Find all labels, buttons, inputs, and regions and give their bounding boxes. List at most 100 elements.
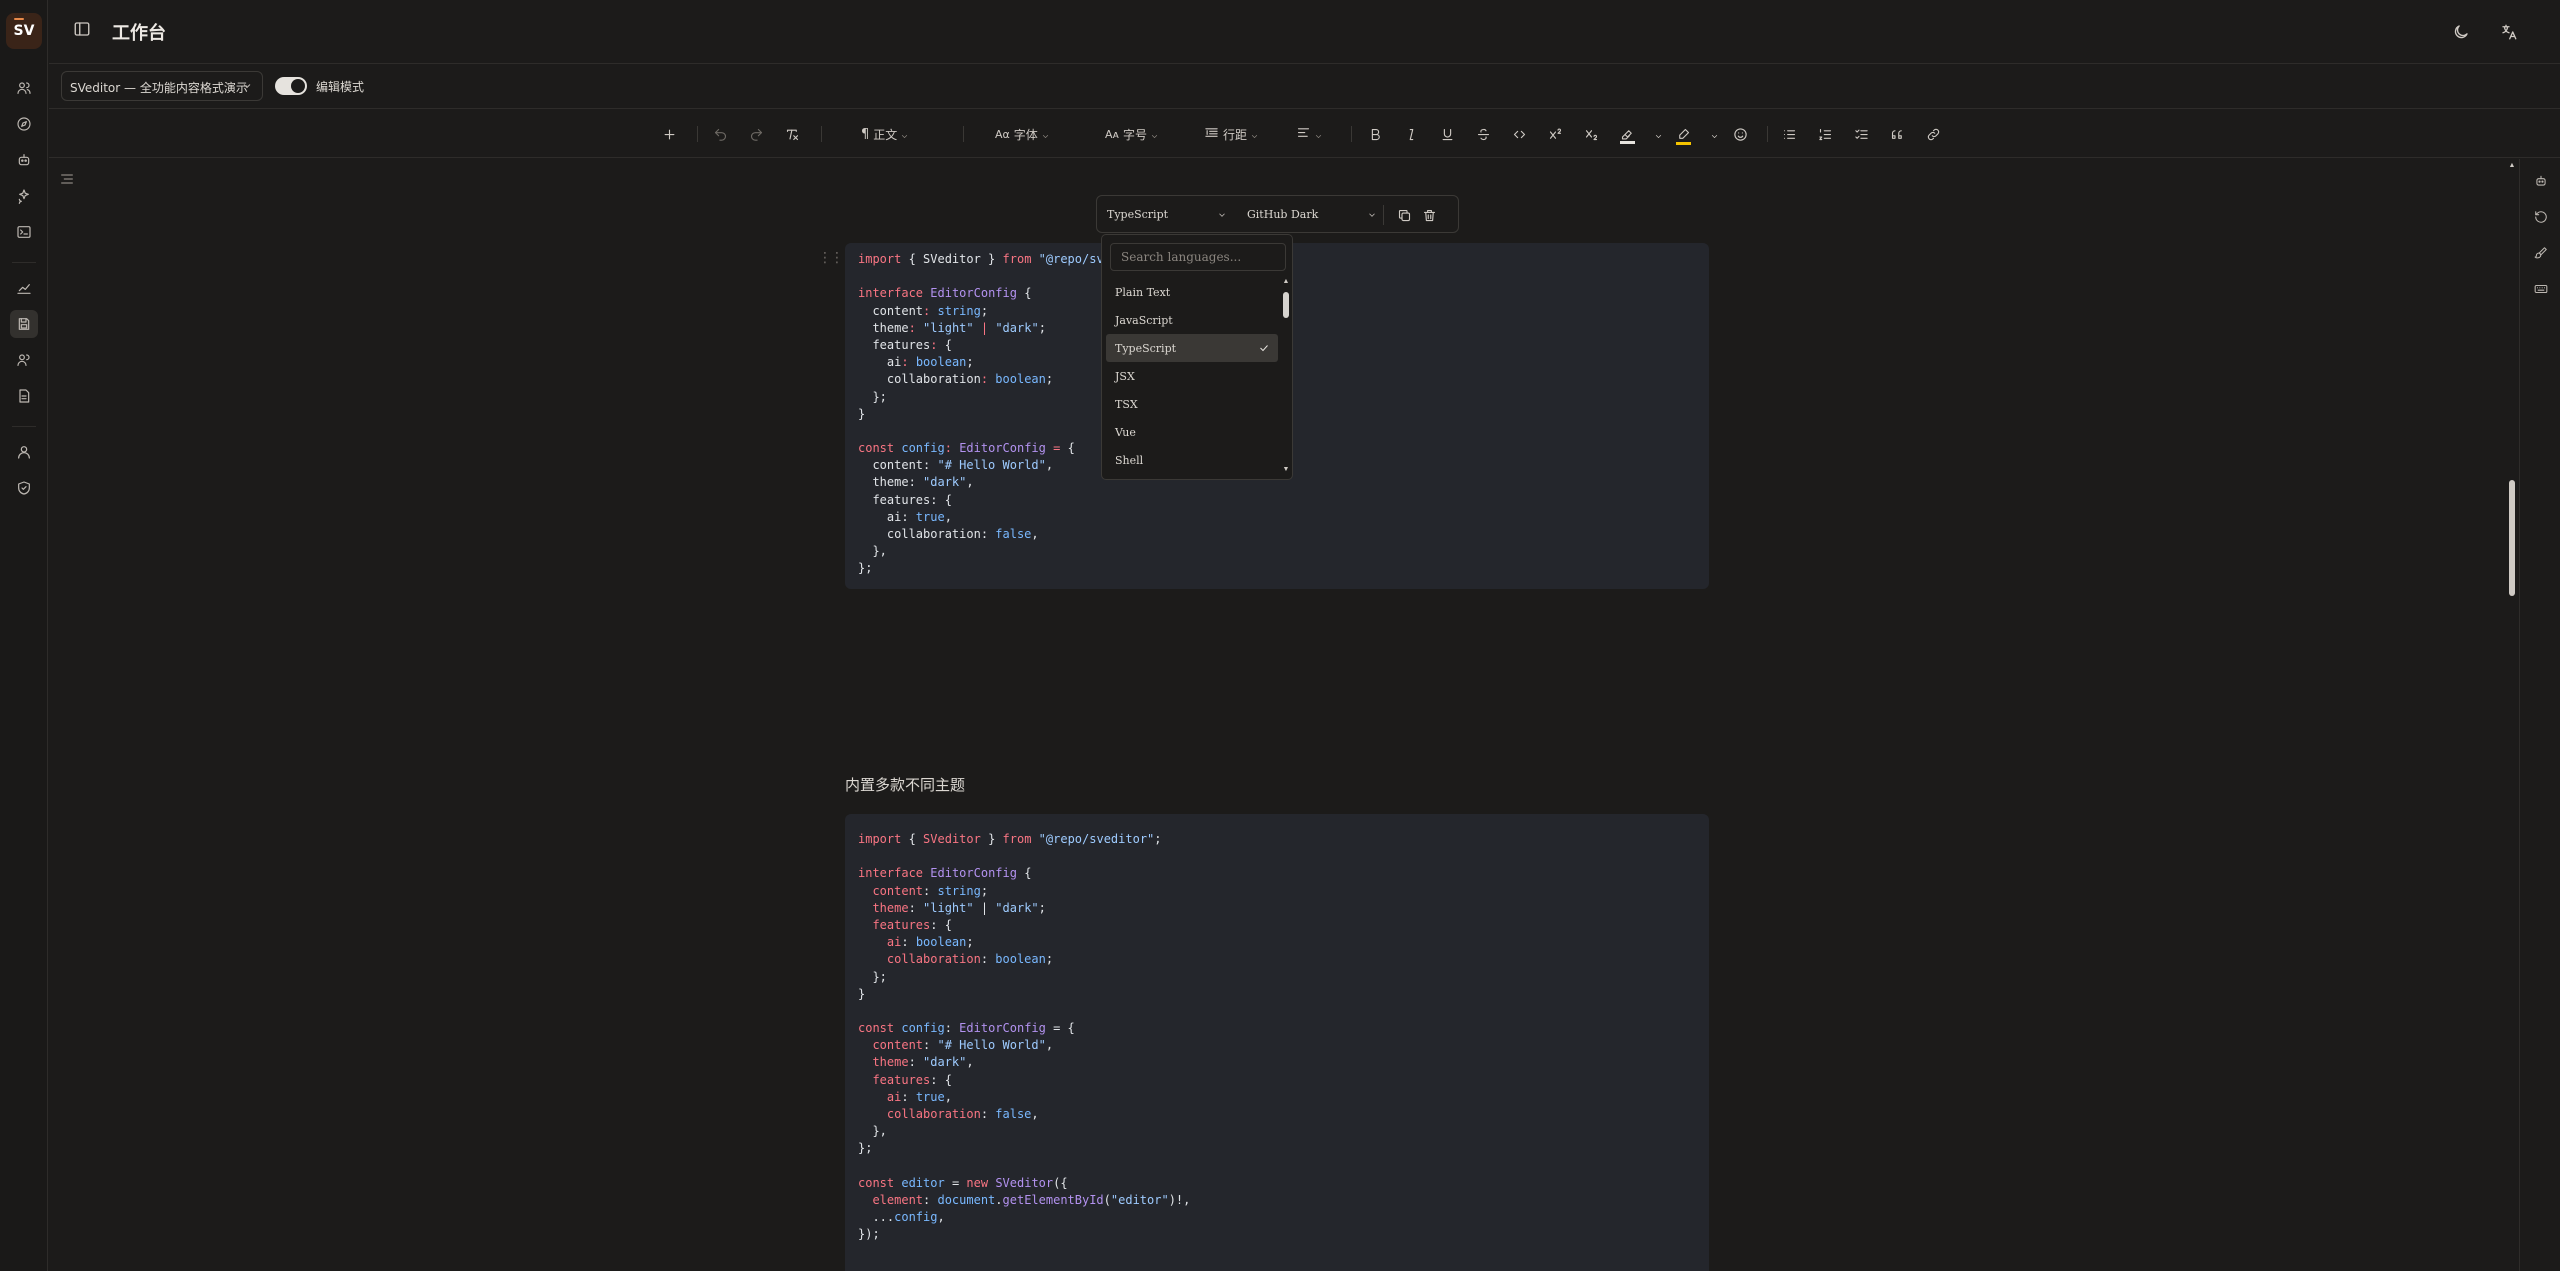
theme-select[interactable]: GitHub Dark	[1239, 202, 1379, 228]
text-color-icon[interactable]	[1676, 122, 1691, 146]
drag-handle-icon[interactable]: ⋮⋮	[818, 249, 844, 266]
delete-icon[interactable]	[1420, 206, 1438, 224]
code-line: const editor = new SVeditor({	[858, 1175, 1068, 1190]
code-line: };	[858, 561, 873, 576]
sidebar-toggle-icon[interactable]	[73, 20, 97, 44]
file-icon[interactable]	[10, 382, 38, 410]
compass-icon[interactable]	[10, 110, 38, 138]
app-window: SV 工作台 SVeditor — 全功能内容格式演示 编辑模式 ¶ 正文 Aα…	[0, 0, 2560, 1271]
paragraph[interactable]: 内置多款不同主题	[845, 774, 965, 795]
redo-icon[interactable]	[749, 122, 764, 146]
strikethrough-icon[interactable]	[1476, 122, 1491, 146]
language-option[interactable]: Vue	[1106, 418, 1278, 446]
language-option-selected[interactable]: TypeScript	[1106, 334, 1278, 362]
code-line: }	[858, 986, 866, 1001]
line-height-select[interactable]: 行距	[1204, 122, 1259, 146]
superscript-icon[interactable]	[1548, 122, 1563, 146]
edit-mode-toggle[interactable]	[275, 77, 307, 95]
chevron-down-icon	[1710, 130, 1719, 139]
outline-toggle-icon[interactable]	[59, 171, 75, 187]
scroll-up-icon[interactable]: ▲	[2508, 162, 2516, 169]
chevron-down-icon	[1041, 130, 1050, 139]
ordered-list-icon[interactable]	[1818, 122, 1833, 146]
clear-format-icon[interactable]	[785, 122, 800, 146]
terminal-icon[interactable]	[10, 218, 38, 246]
theme-select-value: GitHub Dark	[1247, 208, 1319, 221]
chevron-down-icon	[1150, 130, 1159, 139]
line-height-label: 行距	[1223, 127, 1248, 142]
code-icon[interactable]	[1512, 122, 1527, 146]
editor-content: ⋮⋮ import { SVeditor } from "@repo/sv int…	[49, 159, 2508, 1271]
language-select[interactable]: TypeScript	[1099, 202, 1229, 228]
rail-divider	[12, 262, 36, 263]
language-list-scrollbar[interactable]: ▲ ▼	[1282, 278, 1290, 474]
translate-icon[interactable]	[2497, 20, 2521, 44]
font-family-select[interactable]: Aα 字体	[995, 122, 1050, 146]
history-icon[interactable]	[2532, 208, 2550, 226]
page-title: 工作台	[112, 23, 166, 44]
code-line: };	[858, 969, 887, 984]
language-option[interactable]: Shell	[1106, 446, 1278, 474]
undo-icon[interactable]	[713, 122, 728, 146]
scroll-up-icon[interactable]: ▲	[1282, 278, 1290, 286]
content-scrollbar[interactable]: ▲	[2508, 162, 2516, 1271]
text-color-dropdown[interactable]	[1707, 122, 1719, 146]
font-size-label: 字号	[1123, 127, 1148, 142]
paragraph-style-label: 正文	[873, 127, 898, 142]
paragraph-style-select[interactable]: ¶ 正文	[861, 122, 909, 146]
bullet-list-icon[interactable]	[1782, 122, 1797, 146]
language-option[interactable]: TSX	[1106, 390, 1278, 418]
code-line: const config: EditorConfig = {	[858, 1021, 1075, 1036]
language-search-input[interactable]	[1110, 243, 1286, 271]
insert-plus-icon[interactable]	[662, 122, 677, 146]
font-size-select[interactable]: Aᴀ 字号	[1105, 122, 1159, 146]
scrollbar-thumb[interactable]	[1283, 292, 1289, 318]
scroll-down-icon[interactable]: ▼	[1282, 466, 1290, 474]
toolbar-divider	[963, 126, 964, 142]
blockquote-icon[interactable]	[1890, 122, 1905, 146]
bot-icon[interactable]	[10, 146, 38, 174]
language-option[interactable]: Plain Text	[1106, 278, 1278, 306]
chevron-down-icon	[241, 80, 253, 92]
highlight-color-dropdown[interactable]	[1651, 122, 1663, 146]
rail-divider	[12, 426, 36, 427]
italic-icon[interactable]	[1404, 122, 1419, 146]
users-icon[interactable]	[10, 74, 38, 102]
chart-icon[interactable]	[10, 274, 38, 302]
check-icon	[1258, 342, 1270, 354]
app-logo[interactable]: SV	[6, 13, 42, 49]
save-icon[interactable]	[10, 310, 38, 338]
document-select[interactable]: SVeditor — 全功能内容格式演示	[61, 71, 263, 101]
scrollbar-thumb[interactable]	[2509, 480, 2515, 596]
paintbrush-icon[interactable]	[2532, 244, 2550, 262]
shield-icon[interactable]	[10, 474, 38, 502]
header: 工作台	[49, 0, 2560, 64]
underline-icon[interactable]	[1440, 122, 1455, 146]
align-select[interactable]	[1296, 122, 1323, 146]
moon-icon[interactable]	[2449, 20, 2473, 44]
code-line: theme: "light" | "dark";	[872, 900, 1046, 915]
code-block[interactable]: import { SVeditor } from "@repo/sveditor…	[845, 814, 1709, 1271]
chevron-down-icon	[1250, 130, 1259, 139]
chevron-down-icon	[1217, 210, 1227, 220]
bot-icon[interactable]	[2532, 172, 2550, 190]
emoji-icon[interactable]	[1733, 122, 1748, 146]
subscript-icon[interactable]	[1584, 122, 1599, 146]
language-list: Plain Text JavaScript TypeScript JSX TSX…	[1106, 278, 1278, 474]
bold-icon[interactable]	[1368, 122, 1383, 146]
highlight-icon[interactable]	[1620, 122, 1635, 146]
chevron-down-icon	[1367, 210, 1377, 220]
language-option[interactable]: JSX	[1106, 362, 1278, 390]
task-list-icon[interactable]	[1854, 122, 1869, 146]
code-line: interface EditorConfig {	[858, 866, 1032, 881]
sparkles-icon[interactable]	[10, 182, 38, 210]
team-icon[interactable]	[10, 346, 38, 374]
language-dropdown: Plain Text JavaScript TypeScript JSX TSX…	[1101, 234, 1293, 480]
copy-icon[interactable]	[1395, 206, 1413, 224]
language-option[interactable]: JavaScript	[1106, 306, 1278, 334]
code-line: ai: true,	[858, 509, 952, 524]
keyboard-icon[interactable]	[2532, 280, 2550, 298]
link-icon[interactable]	[1926, 122, 1941, 146]
user-icon[interactable]	[10, 438, 38, 466]
